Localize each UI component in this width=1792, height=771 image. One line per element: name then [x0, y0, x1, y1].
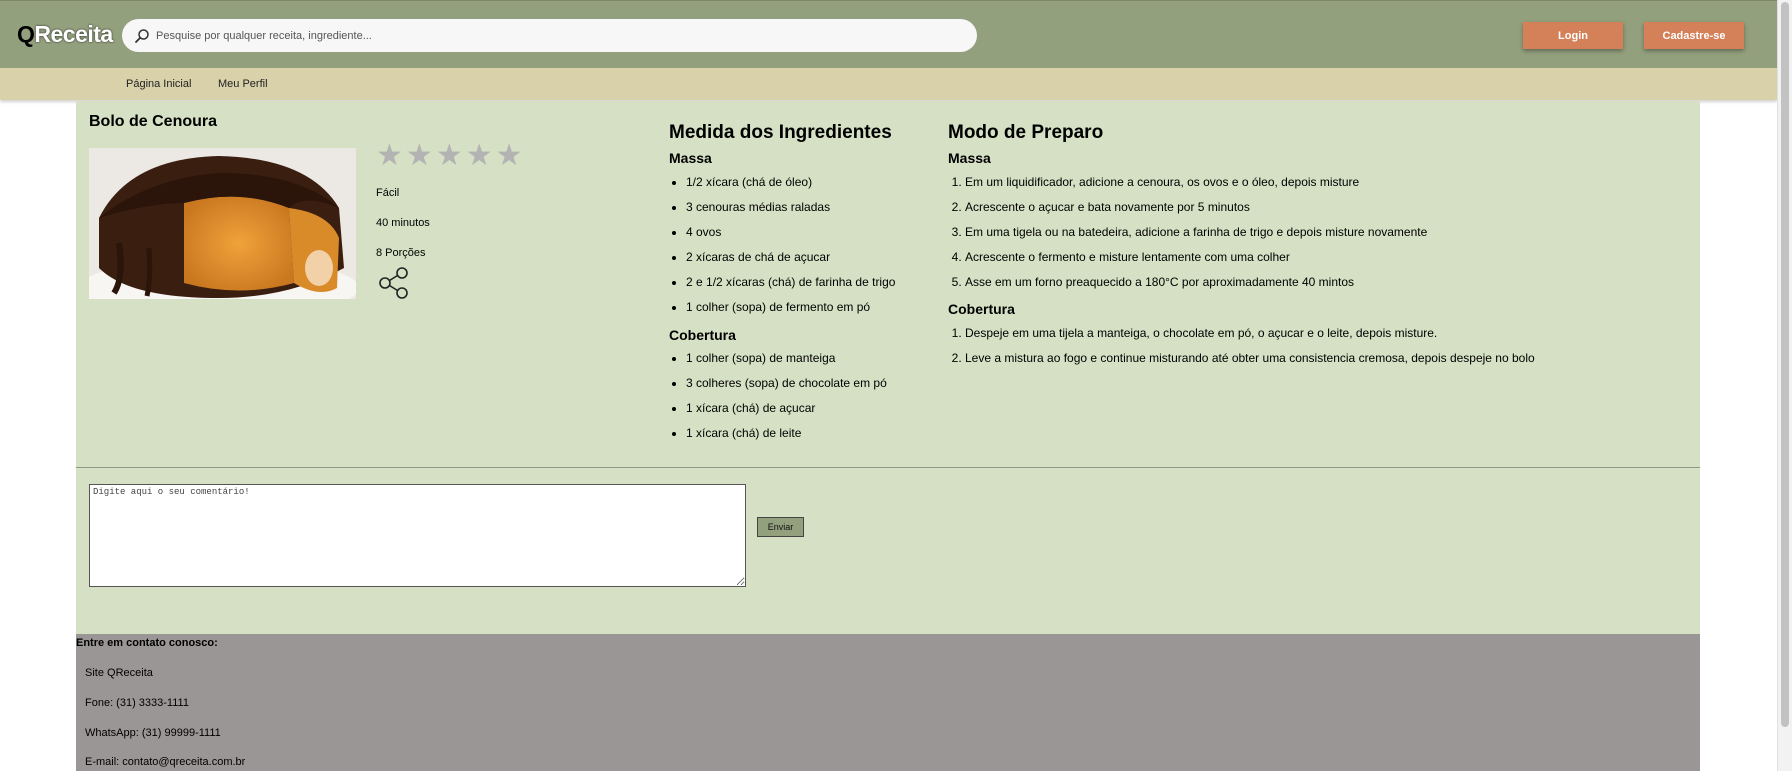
list-item: Em um liquidificador, adicione a cenoura…	[965, 170, 1427, 195]
logo-q: Q	[17, 21, 35, 47]
preparation-massa-list: Em um liquidificador, adicione a cenoura…	[948, 170, 1427, 295]
star-icon[interactable]: ★	[466, 141, 493, 171]
logo-text: Receita	[34, 21, 113, 47]
scrollbar[interactable]	[1777, 0, 1792, 771]
list-item: 2 e 1/2 xícaras (chá) de farinha de trig…	[686, 270, 895, 295]
share-icon[interactable]	[377, 267, 409, 299]
list-item: Acrescente o fermento e misture lentamen…	[965, 245, 1427, 270]
list-item: 1 xícara (chá) de açucar	[686, 396, 887, 421]
recipe-servings: 8 Porções	[376, 247, 426, 259]
list-item: 3 colheres (sopa) de chocolate em pó	[686, 371, 887, 396]
list-item: 1 colher (sopa) de fermento em pó	[686, 295, 895, 320]
recipe-difficulty: Fácil	[376, 187, 400, 199]
logo[interactable]: QReceita	[17, 21, 113, 48]
preparation-heading: Modo de Preparo	[948, 122, 1104, 143]
list-item: 1 xícara (chá) de leite	[686, 421, 887, 446]
ingredients-heading: Medida dos Ingredientes	[669, 122, 892, 143]
list-item: Acrescente o açucar e bata novamente por…	[965, 195, 1427, 220]
send-button[interactable]: Enviar	[757, 517, 804, 537]
ingredients-cobertura-list: 1 colher (sopa) de manteiga 3 colheres (…	[669, 346, 887, 446]
footer-site: Site QReceita	[85, 667, 153, 679]
search-input[interactable]	[156, 19, 956, 52]
nav-item-home[interactable]: Página Inicial	[126, 78, 191, 90]
recipe-time: 40 minutos	[376, 217, 430, 229]
list-item: 3 cenouras médias raladas	[686, 195, 895, 220]
list-item: Asse em um forno preaquecido a 180°C por…	[965, 270, 1427, 295]
login-button[interactable]: Login	[1523, 22, 1623, 49]
list-item: 2 xícaras de chá de açucar	[686, 245, 895, 270]
rating-stars[interactable]: ★ ★ ★ ★ ★	[376, 141, 523, 171]
nav-bar: Página Inicial Meu Perfil	[0, 68, 1777, 100]
footer-whatsapp: WhatsApp: (31) 99999-1111	[85, 727, 221, 739]
preparation-massa-heading: Massa	[948, 150, 991, 166]
header: QReceita Login Cadastre-se	[0, 0, 1777, 68]
footer: Entre em contato conosco: Site QReceita …	[76, 634, 1700, 771]
preparation-cobertura-list: Despeje em uma tijela a manteiga, o choc…	[948, 321, 1535, 371]
ingredients-cobertura-heading: Cobertura	[669, 327, 736, 343]
list-item: Em uma tigela ou na batedeira, adicione …	[965, 220, 1427, 245]
search-bar[interactable]	[122, 19, 977, 52]
footer-email: E-mail: contato@qreceita.com.br	[85, 756, 246, 768]
signup-button[interactable]: Cadastre-se	[1644, 22, 1744, 49]
nav-item-profile[interactable]: Meu Perfil	[218, 78, 268, 90]
ingredients-massa-heading: Massa	[669, 150, 712, 166]
list-item: 4 ovos	[686, 220, 895, 245]
section-divider	[76, 467, 1700, 468]
list-item: 1 colher (sopa) de manteiga	[686, 346, 887, 371]
star-icon[interactable]: ★	[496, 141, 523, 171]
scrollbar-thumb[interactable]	[1781, 2, 1789, 727]
list-item: 1/2 xícara (chá de óleo)	[686, 170, 895, 195]
list-item: Despeje em uma tijela a manteiga, o choc…	[965, 321, 1535, 346]
preparation-cobertura-heading: Cobertura	[948, 301, 1015, 317]
comment-field[interactable]	[89, 484, 746, 587]
star-icon[interactable]: ★	[436, 141, 463, 171]
recipe-image	[89, 148, 356, 299]
recipe-section: Bolo de Cenoura ★ ★ ★ ★ ★ Fácil 40 minut…	[76, 101, 1700, 634]
list-item: Leve a mistura ao fogo e continue mistur…	[965, 346, 1535, 371]
ingredients-massa-list: 1/2 xícara (chá de óleo) 3 cenouras médi…	[669, 170, 895, 320]
search-icon	[135, 29, 149, 43]
footer-phone: Fone: (31) 3333-1111	[85, 697, 189, 709]
star-icon[interactable]: ★	[406, 141, 433, 171]
footer-heading: Entre em contato conosco:	[76, 637, 218, 649]
star-icon[interactable]: ★	[376, 141, 403, 171]
recipe-title: Bolo de Cenoura	[89, 113, 218, 130]
